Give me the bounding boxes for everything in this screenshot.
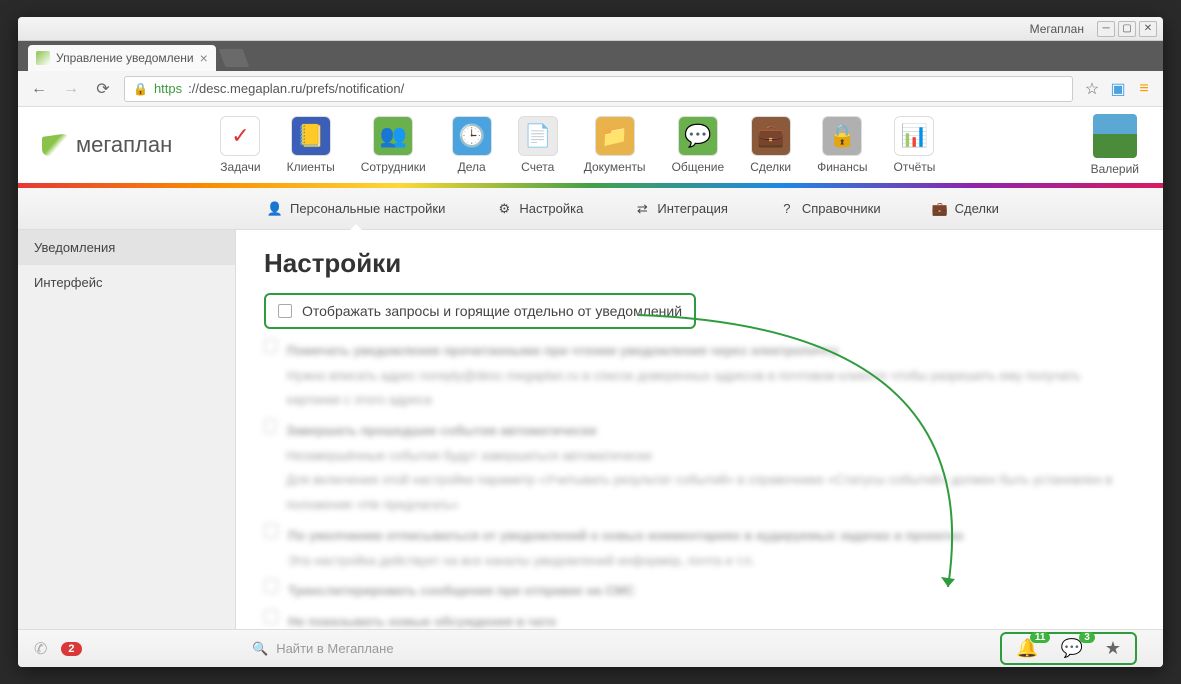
browser-tabbar: Управление уведомлени × xyxy=(18,41,1163,71)
blurred-settings-area: Помечать уведомления прочитанными при чт… xyxy=(264,339,1135,629)
subnav-icon: ⇄ xyxy=(633,200,651,218)
lock-icon: 🔒 xyxy=(133,82,148,96)
topnav-icon: 💬 xyxy=(678,116,718,156)
tab-title: Управление уведомлени xyxy=(56,51,194,65)
topnav-icon: 💼 xyxy=(751,116,791,156)
main-content: Настройки Отображать запросы и горящие о… xyxy=(236,230,1163,629)
topnav-item-7[interactable]: 💼 Сделки xyxy=(750,116,791,174)
topnav-label: Отчёты xyxy=(893,160,935,174)
topnav-item-9[interactable]: 📊 Отчёты xyxy=(893,116,935,174)
topnav-icon: 📊 xyxy=(894,116,934,156)
subnav-icon: ⚙ xyxy=(495,200,513,218)
url-protocol: https xyxy=(154,81,182,96)
bell-badge: 11 xyxy=(1030,632,1051,643)
topnav-item-5[interactable]: 📁 Документы xyxy=(584,116,646,174)
favorites-button[interactable]: ★ xyxy=(1105,638,1121,659)
window-maximize-button[interactable]: ▢ xyxy=(1118,21,1136,37)
window-close-button[interactable]: ✕ xyxy=(1139,21,1157,37)
topnav-label: Финансы xyxy=(817,160,867,174)
page-title: Настройки xyxy=(264,248,1135,279)
topnav-item-0[interactable]: ✓ Задачи xyxy=(220,116,260,174)
nav-reload-button[interactable]: ⟳ xyxy=(92,78,114,100)
phone-icon[interactable]: ✆ xyxy=(34,639,47,659)
subnav-icon: ? xyxy=(778,200,796,218)
topnav-item-4[interactable]: 📄 Счета xyxy=(518,116,558,174)
topnav-label: Задачи xyxy=(220,160,260,174)
sidebar-item-0[interactable]: Уведомления xyxy=(18,230,235,265)
calls-badge: 2 xyxy=(61,642,81,656)
topnav-item-3[interactable]: 🕒 Дела xyxy=(452,116,492,174)
topnav-label: Сделки xyxy=(750,160,791,174)
setting-label: Отображать запросы и горящие отдельно от… xyxy=(302,303,682,319)
subnav-icon: 💼 xyxy=(931,200,949,218)
sidebar-item-1[interactable]: Интерфейс xyxy=(18,265,235,300)
subnav-label: Персональные настройки xyxy=(290,201,445,216)
topnav-label: Сотрудники xyxy=(361,160,426,174)
chat-button[interactable]: 💬 3 xyxy=(1060,638,1082,659)
setting-checkbox[interactable] xyxy=(278,304,292,318)
user-menu[interactable]: Валерий xyxy=(1091,114,1139,176)
search-icon: 🔍 xyxy=(252,641,268,657)
panel-icon[interactable]: ▣ xyxy=(1109,80,1127,98)
nav-back-button[interactable]: ← xyxy=(28,78,50,100)
search-placeholder: Найти в Мегаплане xyxy=(276,641,393,656)
settings-sidebar: УведомленияИнтерфейс xyxy=(18,230,236,629)
nav-forward-button[interactable]: → xyxy=(60,78,82,100)
topnav-item-1[interactable]: 📒 Клиенты xyxy=(287,116,335,174)
topnav-label: Дела xyxy=(458,160,486,174)
notifications-bell-button[interactable]: 🔔 11 xyxy=(1016,638,1038,659)
new-tab-button[interactable] xyxy=(219,49,250,67)
footer-search[interactable]: 🔍 Найти в Мегаплане xyxy=(236,641,1000,657)
logo-swoosh-icon xyxy=(42,133,70,157)
topnav-item-8[interactable]: 🔒 Финансы xyxy=(817,116,867,174)
user-name: Валерий xyxy=(1091,162,1139,176)
highlighted-setting-row[interactable]: Отображать запросы и горящие отдельно от… xyxy=(264,293,696,329)
topnav-label: Счета xyxy=(521,160,554,174)
url-path: ://desc.megaplan.ru/prefs/notification/ xyxy=(188,81,404,96)
app-logo[interactable]: мегаплан xyxy=(42,132,172,158)
subnav-item-0[interactable]: 👤 Персональные настройки xyxy=(256,189,455,229)
topnav-label: Общение xyxy=(672,160,725,174)
subnav-icon: 👤 xyxy=(266,200,284,218)
topnav-label: Документы xyxy=(584,160,646,174)
browser-toolbar: ← → ⟳ 🔒 https ://desc.megaplan.ru/prefs/n… xyxy=(18,71,1163,107)
subnav-item-4[interactable]: 💼 Сделки xyxy=(921,189,1009,229)
app-footer: ✆ 2 🔍 Найти в Мегаплане 🔔 11 💬 3 ★ xyxy=(18,629,1163,667)
topnav-icon: 📄 xyxy=(518,116,558,156)
star-icon: ★ xyxy=(1105,638,1121,659)
star-icon[interactable]: ☆ xyxy=(1083,80,1101,98)
subnav-label: Справочники xyxy=(802,201,881,216)
app-header: мегаплан ✓ Задачи 📒 Клиенты 👥 Сотрудники 🕒 Дела… xyxy=(18,107,1163,183)
window-app-label: Мегаплан xyxy=(1030,22,1084,36)
subnav-item-2[interactable]: ⇄ Интеграция xyxy=(623,189,738,229)
subnav-item-1[interactable]: ⚙ Настройка xyxy=(485,189,593,229)
footer-notifications-box: 🔔 11 💬 3 ★ xyxy=(1000,632,1137,665)
topnav-icon: 🕒 xyxy=(452,116,492,156)
subnav-item-3[interactable]: ? Справочники xyxy=(768,189,891,229)
topnav-icon: ✓ xyxy=(220,116,260,156)
subnav-label: Интеграция xyxy=(657,201,728,216)
sub-navigation: 👤 Персональные настройки ⚙ Настройка ⇄ Интегр… xyxy=(18,188,1163,230)
topnav-label: Клиенты xyxy=(287,160,335,174)
subnav-label: Сделки xyxy=(955,201,999,216)
topnav-item-2[interactable]: 👥 Сотрудники xyxy=(361,116,426,174)
topnav-icon: 🔒 xyxy=(822,116,862,156)
topnav-icon: 👥 xyxy=(373,116,413,156)
topnav-item-6[interactable]: 💬 Общение xyxy=(672,116,725,174)
window-minimize-button[interactable]: ─ xyxy=(1097,21,1115,37)
window-titlebar: Мегаплан ─ ▢ ✕ xyxy=(18,17,1163,41)
browser-tab[interactable]: Управление уведомлени × xyxy=(28,45,216,71)
chat-badge: 3 xyxy=(1079,632,1095,643)
tab-favicon-icon xyxy=(36,51,50,65)
avatar xyxy=(1093,114,1137,158)
address-bar[interactable]: 🔒 https ://desc.megaplan.ru/prefs/notific… xyxy=(124,76,1073,102)
topnav-icon: 📁 xyxy=(595,116,635,156)
menu-icon[interactable]: ≡ xyxy=(1135,80,1153,98)
subnav-label: Настройка xyxy=(519,201,583,216)
logo-text: мегаплан xyxy=(76,132,172,158)
tab-close-icon[interactable]: × xyxy=(200,50,208,66)
topnav-icon: 📒 xyxy=(291,116,331,156)
